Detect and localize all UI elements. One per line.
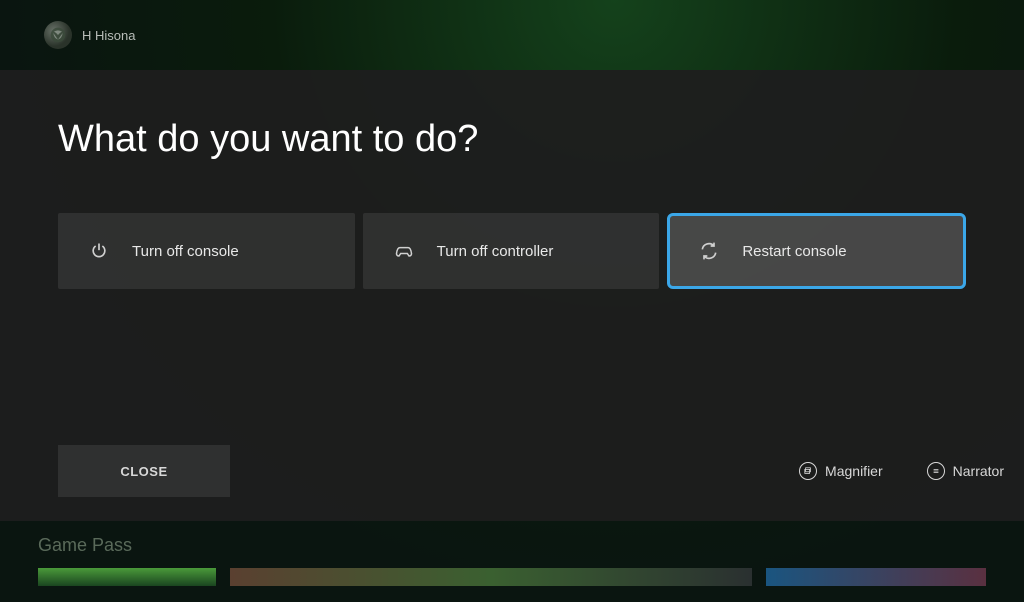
narrator-button[interactable]: Narrator (927, 462, 1004, 480)
avatar[interactable] (44, 21, 72, 49)
option-label: Turn off console (132, 243, 239, 260)
narrator-hint-icon (927, 462, 945, 480)
xbox-logo-icon (50, 27, 66, 43)
magnifier-hint-icon (799, 462, 817, 480)
dialog-title: What do you want to do? (58, 118, 966, 161)
username: H Hisona (82, 28, 135, 43)
power-icon (88, 240, 110, 262)
game-tile[interactable] (38, 568, 216, 586)
accessibility-row: Magnifier Narrator (799, 462, 1004, 480)
option-label: Restart console (742, 243, 846, 260)
game-tile[interactable] (230, 568, 752, 586)
option-label: Turn off controller (437, 243, 554, 260)
power-dialog: What do you want to do? Turn off console… (0, 70, 1024, 521)
restart-icon (698, 240, 720, 262)
header: H Hisona (0, 0, 1024, 70)
game-tile[interactable] (766, 568, 986, 586)
dialog-bottom-row: CLOSE Magnifier Narrator (58, 445, 1004, 497)
magnifier-button[interactable]: Magnifier (799, 462, 883, 480)
game-tiles-row (38, 568, 986, 586)
magnifier-label: Magnifier (825, 463, 883, 479)
turn-off-controller-button[interactable]: Turn off controller (363, 213, 660, 289)
turn-off-console-button[interactable]: Turn off console (58, 213, 355, 289)
options-row: Turn off console Turn off controller Re (58, 213, 966, 289)
close-button[interactable]: CLOSE (58, 445, 230, 497)
game-pass-section-label: Game Pass (38, 535, 986, 556)
narrator-label: Narrator (953, 463, 1004, 479)
home-content-partial: Game Pass (0, 521, 1024, 602)
restart-console-button[interactable]: Restart console (667, 213, 966, 289)
controller-icon (393, 240, 415, 262)
